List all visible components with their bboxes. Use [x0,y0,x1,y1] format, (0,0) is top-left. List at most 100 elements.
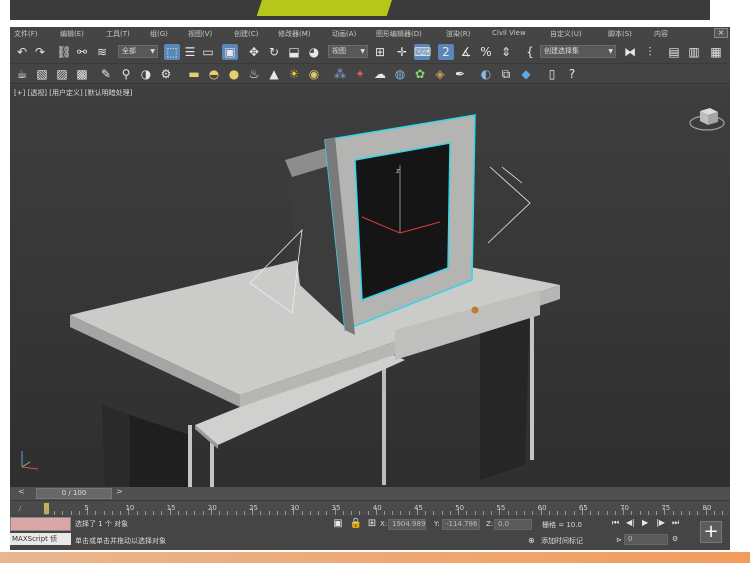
sphere-map-icon[interactable]: ◐ [478,66,494,82]
menu-tools[interactable]: 工具(T) [106,29,130,39]
paint-icon[interactable]: ✒ [452,66,468,82]
redo-icon[interactable]: ↷ [32,44,48,60]
unlink-icon[interactable]: ⚯ [74,44,90,60]
toggle-ribbon-icon[interactable]: ▥ [686,44,702,60]
shape-icon[interactable]: ◆ [518,66,534,82]
select-object-icon[interactable]: ⬚ [164,44,180,60]
sun-light-icon[interactable]: ☀ [286,66,302,82]
spinner-snap-icon[interactable]: ⇕ [498,44,514,60]
scale-icon[interactable]: ⬓ [286,44,302,60]
pot-primitive-icon[interactable]: ♨ [246,66,262,82]
x-coordinate-field[interactable]: 1904.989 [388,519,426,530]
keyboard-shortcut-override-icon[interactable]: ⌨ [414,44,431,60]
viewcube-icon[interactable] [688,103,726,133]
rotate-icon[interactable]: ↻ [266,44,282,60]
light-lister-icon[interactable]: ✎ [98,66,114,82]
undo-icon[interactable]: ↶ [14,44,30,60]
add-icon[interactable]: + [700,521,722,543]
render-setup-icon[interactable]: ▩ [74,66,90,82]
selection-bracket-right [487,166,531,244]
track-bar[interactable]: ﾉ 05101520253035404550556065707580 [10,500,730,515]
plant-icon[interactable]: ✿ [412,66,428,82]
teapot-render-icon[interactable]: ☕ [14,66,30,82]
place-icon[interactable]: ◕ [306,44,322,60]
move-icon[interactable]: ✥ [246,44,262,60]
angle-snap-icon[interactable]: ∡ [458,44,474,60]
next-frame-arrow-icon[interactable]: > [116,487,123,496]
bind-spacewarp-icon[interactable]: ≋ [94,44,110,60]
effects-icon[interactable]: ◑ [138,66,154,82]
viewport-preview-icon[interactable]: ⧉ [498,66,514,82]
prev-key-icon[interactable]: ◀| [626,518,635,527]
menu-group[interactable]: 组(G) [150,29,168,39]
dynamics-icon[interactable]: ✦ [352,66,368,82]
play-icon[interactable]: ▶ [642,518,648,527]
menu-rendering[interactable]: 渲染(R) [446,29,470,39]
menu-customize[interactable]: 自定义(U) [550,29,582,39]
layout-icon[interactable]: ▯ [544,66,560,82]
menu-civil-view[interactable]: Civil View [492,29,526,37]
goto-end-icon[interactable]: ⏭ [672,518,679,528]
dome-primitive-icon[interactable]: ◓ [206,66,222,82]
rect-selection-region-icon[interactable]: ▭ [200,44,216,60]
time-config-icon[interactable]: ⚙ [672,535,678,543]
sphere-primitive-icon[interactable]: ● [226,66,242,82]
current-frame-field[interactable]: 0 [624,534,668,545]
menu-animation[interactable]: 动画(A) [332,29,356,39]
isolate-selection-icon[interactable]: ▣ [330,516,346,532]
menu-create[interactable]: 创建(C) [234,29,258,39]
curve-editor-icon[interactable]: ▦ [708,44,724,60]
z-coordinate-field[interactable]: 0.0 [494,519,532,530]
drawer-knob [471,306,479,314]
mirror-icon[interactable]: ⧓ [622,44,638,60]
prev-frame-arrow-icon[interactable]: < [18,487,25,496]
menu-file[interactable]: 文件(F) [14,29,38,39]
time-slider[interactable]: 0 / 100 [36,488,112,499]
add-time-tag-button[interactable]: 添加时间标记 [541,536,583,546]
environment-icon[interactable]: ⚙ [158,66,174,82]
snap-toggle-icon[interactable]: 2 [438,44,454,60]
menu-scripting[interactable]: 脚本(S) [608,29,632,39]
lock-icon[interactable]: ⚲ [118,66,134,82]
link-icon[interactable]: ⛓ [56,44,72,60]
menu-graph-editors[interactable]: 图形编辑器(D) [376,29,422,39]
close-icon[interactable]: × [714,28,728,38]
select-manipulate-icon[interactable]: ✛ [394,44,410,60]
edit-named-selections-icon[interactable]: { [522,44,538,60]
percent-snap-icon[interactable]: % [478,44,494,60]
select-by-name-icon[interactable]: ☰ [182,44,198,60]
terrain-icon[interactable]: ◈ [432,66,448,82]
align-icon[interactable]: ⫶ [642,44,658,60]
goto-start-icon[interactable]: ⏮ [612,518,619,528]
maxscript-listener-box[interactable] [10,517,71,531]
render-frame-window-icon[interactable]: ▧ [34,66,50,82]
next-key-icon[interactable]: |▶ [656,518,665,527]
layer-explorer-icon[interactable]: ▤ [666,44,682,60]
menu-content[interactable]: 内容 [654,29,668,39]
cloth-icon[interactable]: ☁ [372,66,388,82]
selection-filter-dropdown[interactable]: 全部 ▼ [118,45,158,58]
window-crossing-icon[interactable]: ▣ [222,44,238,60]
help-icon[interactable]: ? [564,66,580,82]
globe-icon[interactable]: ◍ [392,66,408,82]
box-primitive-icon[interactable]: ▬ [186,66,202,82]
pivot-center-icon[interactable]: ⊞ [372,44,388,60]
reference-coordinate-dropdown[interactable]: 视图 ▼ [328,45,368,58]
maxscript-mini-listener[interactable]: MAXScript 侦 [10,533,71,545]
prompt-hint-text: 单击或单击并拖动以选择对象 [75,537,166,545]
particle-system-icon[interactable]: ⁂ [332,66,348,82]
time-tag-icon[interactable]: ⊕ [528,536,535,545]
absolute-mode-icon[interactable]: ⊞ [364,516,380,532]
named-selection-set-dropdown[interactable]: 创建选择集 ▼ [540,45,616,58]
y-coordinate-field[interactable]: -114.786 [442,519,480,530]
sky-light-icon[interactable]: ◉ [306,66,322,82]
key-mode-icon[interactable]: ⊳ [616,536,622,544]
material-editor-icon[interactable]: ▨ [54,66,70,82]
track-bar-menu-icon[interactable]: ﾉ [18,504,22,514]
menu-modifiers[interactable]: 修改器(M) [278,29,311,39]
perspective-viewport[interactable]: [+] [透视] [用户定义] [默认明暗处理] z [10,85,730,487]
cone-primitive-icon[interactable]: ▲ [266,66,282,82]
menu-views[interactable]: 视图(V) [188,29,212,39]
menu-edit[interactable]: 编辑(E) [60,29,84,39]
lock-selection-icon[interactable]: 🔒 [348,516,364,532]
